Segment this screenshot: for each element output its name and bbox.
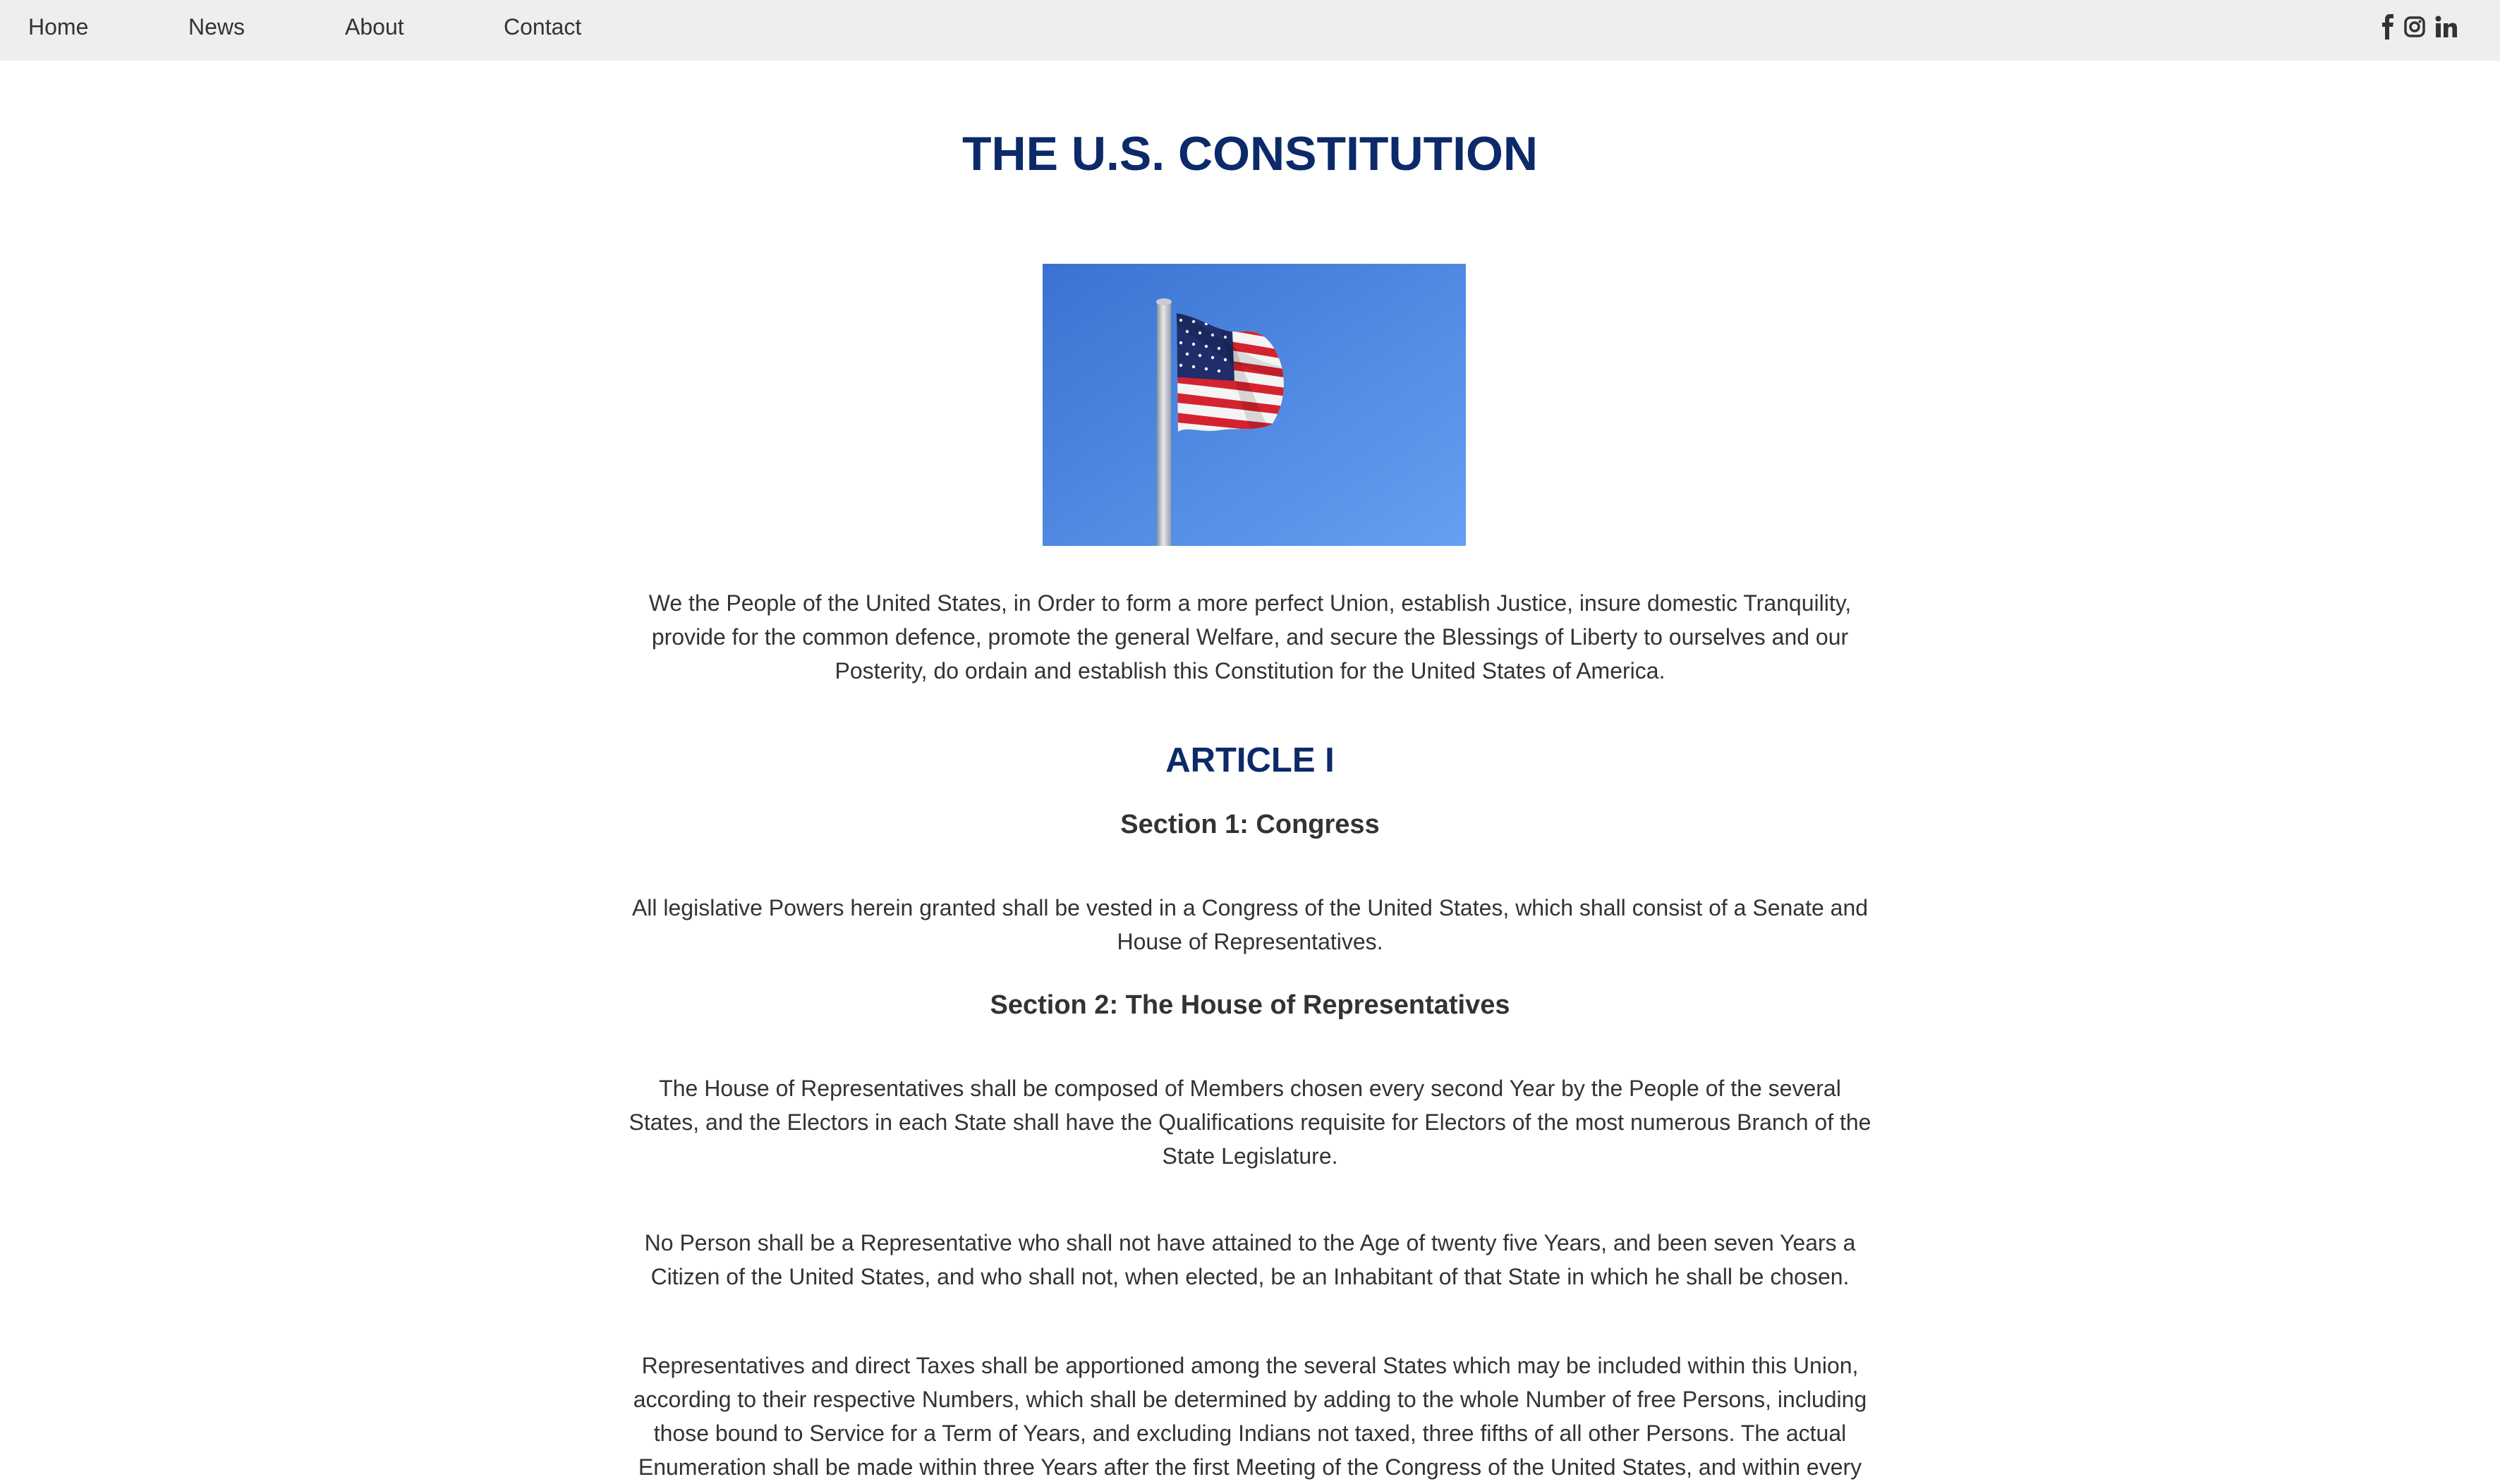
linkedin-icon[interactable] (2435, 14, 2458, 39)
section-2-paragraph: Representatives and direct Taxes shall b… (633, 1353, 1867, 1480)
section-1-paragraph: All legislative Powers herein granted sh… (631, 895, 1869, 954)
page-title: THE U.S. CONSTITUTION (962, 127, 1538, 181)
section-heading-congress: Section 1: Congress (1120, 810, 1380, 839)
section-2-paragraph: The House of Representatives shall be co… (629, 1076, 1871, 1169)
top-navbar: Home News About Contact (0, 0, 2500, 61)
section-heading-house: Section 2: The House of Representatives (990, 990, 1510, 1020)
nav-link-about[interactable]: About (345, 12, 404, 42)
hero-image-flag (1043, 264, 1466, 546)
nav-link-home[interactable]: Home (28, 12, 88, 42)
nav-link-news[interactable]: News (188, 12, 245, 42)
nav-link-contact[interactable]: Contact (504, 12, 581, 42)
preamble-text: We the People of the United States, in O… (648, 590, 1852, 683)
article-heading: ARTICLE I (1165, 741, 1335, 779)
facebook-icon[interactable] (2381, 14, 2394, 39)
section-2-paragraph: No Person shall be a Representative who … (644, 1230, 1856, 1289)
instagram-icon[interactable] (2404, 14, 2425, 39)
